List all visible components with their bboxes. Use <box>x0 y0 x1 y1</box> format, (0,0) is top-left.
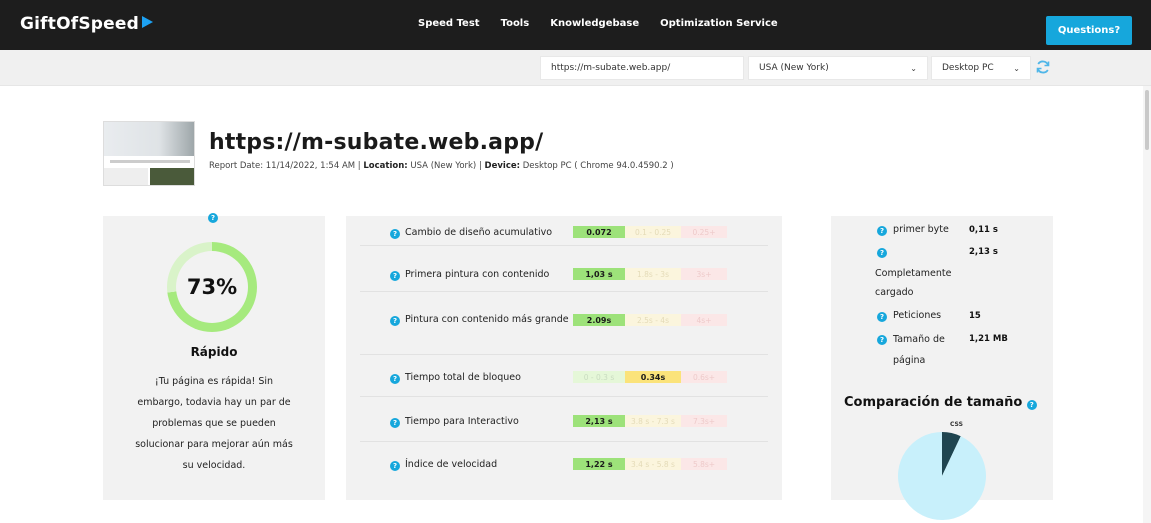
metric-label: Índice de velocidad <box>405 459 498 470</box>
scrollbar-thumb[interactable] <box>1145 90 1149 150</box>
chevron-down-icon: ⌄ <box>1013 63 1020 73</box>
metric-label: Tiempo para Interactivo <box>405 416 519 427</box>
metric-mid-range: 0.1 - 0.25 <box>625 226 681 238</box>
stat-first-byte-value: 0,11 s <box>969 225 998 235</box>
metric-bad-range: 4s+ <box>681 314 727 326</box>
metric-mid-range: 1.8s - 3s <box>625 268 681 280</box>
report-date-label: Report Date: <box>209 161 264 171</box>
help-icon[interactable]: ? <box>877 335 887 345</box>
metric-mid-range: 3.4 s - 5.8 s <box>625 458 681 470</box>
size-comparison-title-text: Comparación de tamaño <box>844 395 1023 410</box>
metric-label: Tiempo total de bloqueo <box>405 372 521 383</box>
device-select-value: Desktop PC <box>942 63 994 73</box>
help-icon[interactable]: ? <box>390 374 400 384</box>
stat-page-size-icon-row: ? <box>877 329 887 348</box>
help-icon[interactable]: ? <box>390 461 400 471</box>
metric-good-value: 2.09s <box>573 314 625 326</box>
metric-good-value: 1,22 s <box>573 458 625 470</box>
metric-mid-value: 0.34s <box>625 371 681 383</box>
score-ring: 73% <box>167 242 257 332</box>
help-icon[interactable]: ? <box>390 271 400 281</box>
scrollbar-track[interactable] <box>1143 86 1151 523</box>
metric-row: ? Cambio de diseño acumulativo 0.072 0.1 … <box>360 216 768 246</box>
stat-page-size-label: Tamaño de página <box>893 334 945 366</box>
stat-loaded-value: 2,13 s <box>969 247 998 257</box>
metric-bad-range: 3s+ <box>681 268 727 280</box>
url-input-value: https://m-subate.web.app/ <box>551 63 671 73</box>
logo-text: GiftOfSpeed <box>20 14 139 34</box>
metrics-card: ? Cambio de diseño acumulativo 0.072 0.1 … <box>346 216 782 500</box>
pie-slice-other <box>898 432 986 520</box>
metric-row: ? Pintura con contenido más grande 2.09s … <box>360 292 768 355</box>
nav-link-tools[interactable]: Tools <box>501 18 530 29</box>
metric-good-value: 2,13 s <box>573 415 625 427</box>
metric-bad-range: 0.6s+ <box>681 371 727 383</box>
test-toolbar: https://m-subate.web.app/ USA (New York)… <box>0 50 1151 86</box>
help-icon[interactable]: ? <box>877 226 887 236</box>
metric-good-range: 0 - 0.3 s <box>573 371 625 383</box>
url-input[interactable]: https://m-subate.web.app/ <box>540 56 744 80</box>
refresh-icon[interactable] <box>1035 59 1051 75</box>
page-title: https://m-subate.web.app/ <box>209 130 544 155</box>
chevron-down-icon: ⌄ <box>910 63 917 73</box>
metric-mid-range: 3.8 s - 7.3 s <box>625 415 681 427</box>
location-select[interactable]: USA (New York) ⌄ <box>748 56 928 80</box>
metric-row: ? Tiempo para Interactivo 2,13 s 3.8 s - … <box>360 397 768 442</box>
site-screenshot-thumbnail <box>103 121 195 186</box>
report-location-value: USA (New York) <box>410 161 477 171</box>
stat-requests-value: 15 <box>969 311 981 321</box>
stat-requests-label: Peticiones <box>893 310 942 321</box>
size-comparison-pie-chart <box>898 432 986 520</box>
report-date-value: 11/14/2022, 1:54 AM <box>265 161 356 171</box>
pie-label-css: CSS <box>950 421 963 428</box>
nav-link-knowledgebase[interactable]: Knowledgebase <box>550 18 639 29</box>
metric-bad-range: 5.8s+ <box>681 458 727 470</box>
report-meta: Report Date: 11/14/2022, 1:54 AM | Locat… <box>209 161 674 171</box>
nav-link-optimization-service[interactable]: Optimization Service <box>660 18 778 29</box>
stat-requests: ? Peticiones <box>877 306 941 325</box>
score-description: ¡Tu página es rápida! Sin embargo, todav… <box>135 376 293 471</box>
stat-first-byte-label: primer byte <box>893 224 949 235</box>
stat-first-byte: ? primer byte <box>877 220 949 239</box>
metric-label: Primera pintura con contenido <box>405 269 550 280</box>
nav-link-speed-test[interactable]: Speed Test <box>418 18 480 29</box>
metric-label: Cambio de diseño acumulativo <box>405 227 553 238</box>
stat-loaded-label: Completamente cargado <box>875 268 952 298</box>
score-grade: Rápido <box>190 345 238 359</box>
help-icon[interactable]: ? <box>390 316 400 326</box>
help-icon[interactable]: ? <box>208 213 218 223</box>
logo[interactable]: GiftOfSpeed <box>20 14 153 34</box>
metric-row: ? Primera pintura con contenido 1,03 s 1.… <box>360 246 768 292</box>
size-comparison-title: Comparación de tamaño ? <box>844 395 1037 410</box>
logo-arrow-icon <box>142 16 153 28</box>
stat-page-size-value: 1,21 MB <box>969 334 1008 344</box>
metric-bad-range: 0.25+ <box>681 226 727 238</box>
top-navbar: GiftOfSpeed Speed Test Tools Knowledgeba… <box>0 0 1151 50</box>
metric-bad-range: 7.3s+ <box>681 415 727 427</box>
score-percent: 73% <box>176 251 248 323</box>
score-card: ? 73% Rápido ¡Tu página es rápida! Sin e… <box>103 213 325 500</box>
help-icon[interactable]: ? <box>1026 400 1037 410</box>
metric-good-value: 0.072 <box>573 226 625 238</box>
help-icon[interactable]: ? <box>390 229 400 239</box>
metric-row: ? Tiempo total de bloqueo 0 - 0.3 s 0.34s… <box>360 355 768 397</box>
metric-mid-range: 2.5s - 4s <box>625 314 681 326</box>
stat-loaded-icon-row: ? <box>877 242 887 261</box>
help-icon[interactable]: ? <box>877 312 887 322</box>
help-icon[interactable]: ? <box>877 248 887 258</box>
location-select-value: USA (New York) <box>759 63 829 73</box>
metric-good-value: 1,03 s <box>573 268 625 280</box>
nav-links: Speed Test Tools Knowledgebase Optimizat… <box>418 18 778 29</box>
report-location-label: Location: <box>363 161 408 171</box>
questions-button[interactable]: Questions? <box>1046 16 1132 45</box>
device-select[interactable]: Desktop PC ⌄ <box>931 56 1031 80</box>
help-icon[interactable]: ? <box>390 418 400 428</box>
metric-row: ? Índice de velocidad 1,22 s 3.4 s - 5.8 … <box>360 442 768 486</box>
report-device-label: Device: <box>484 161 521 171</box>
metric-label: Pintura con contenido más grande <box>405 314 569 325</box>
report-device-value: Desktop PC ( Chrome 94.0.4590.2 ) <box>522 161 674 171</box>
